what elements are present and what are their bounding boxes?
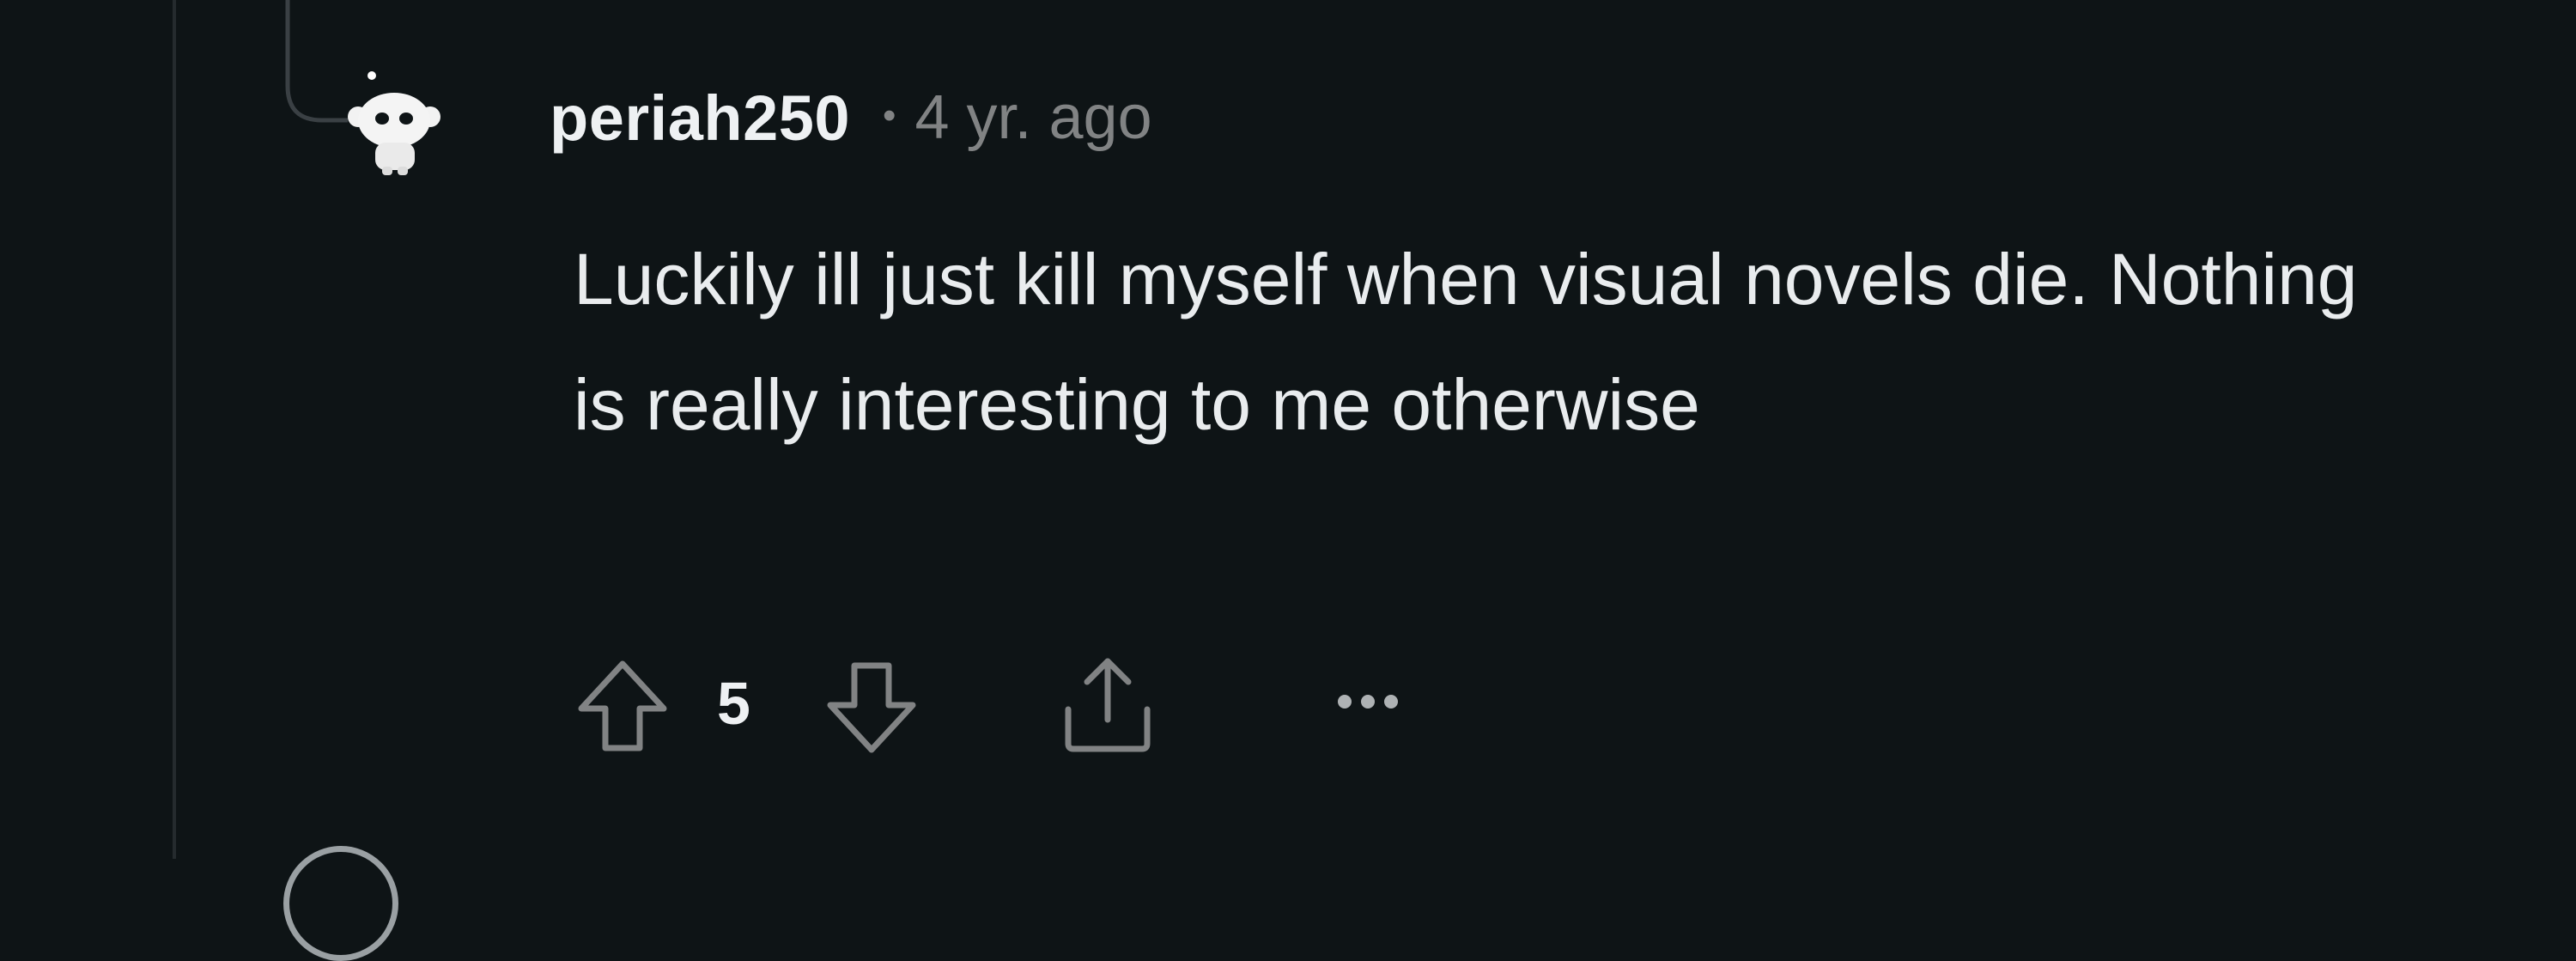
more-options-icon[interactable] [1329, 684, 1406, 719]
comment-text: Luckily ill just kill myself when visual… [574, 239, 2358, 445]
next-comment-avatar[interactable] [283, 846, 398, 961]
upvote-arrow-icon[interactable] [571, 655, 674, 758]
user-avatar[interactable] [348, 65, 451, 177]
vote-count: 5 [717, 670, 750, 737]
comment-action-bar: 5 [0, 640, 2576, 769]
comment-timestamp[interactable]: 4 yr. ago [914, 82, 1151, 153]
downvote-arrow-icon[interactable] [820, 655, 923, 758]
comment-body: Luckily ill just kill myself when visual… [574, 216, 2377, 467]
comment-header: periah250 • 4 yr. ago [550, 79, 1152, 156]
comment-author[interactable]: periah250 [550, 82, 850, 155]
share-icon[interactable] [1056, 653, 1159, 756]
snoo-avatar-icon [348, 71, 440, 175]
meta-separator: • [883, 94, 896, 137]
